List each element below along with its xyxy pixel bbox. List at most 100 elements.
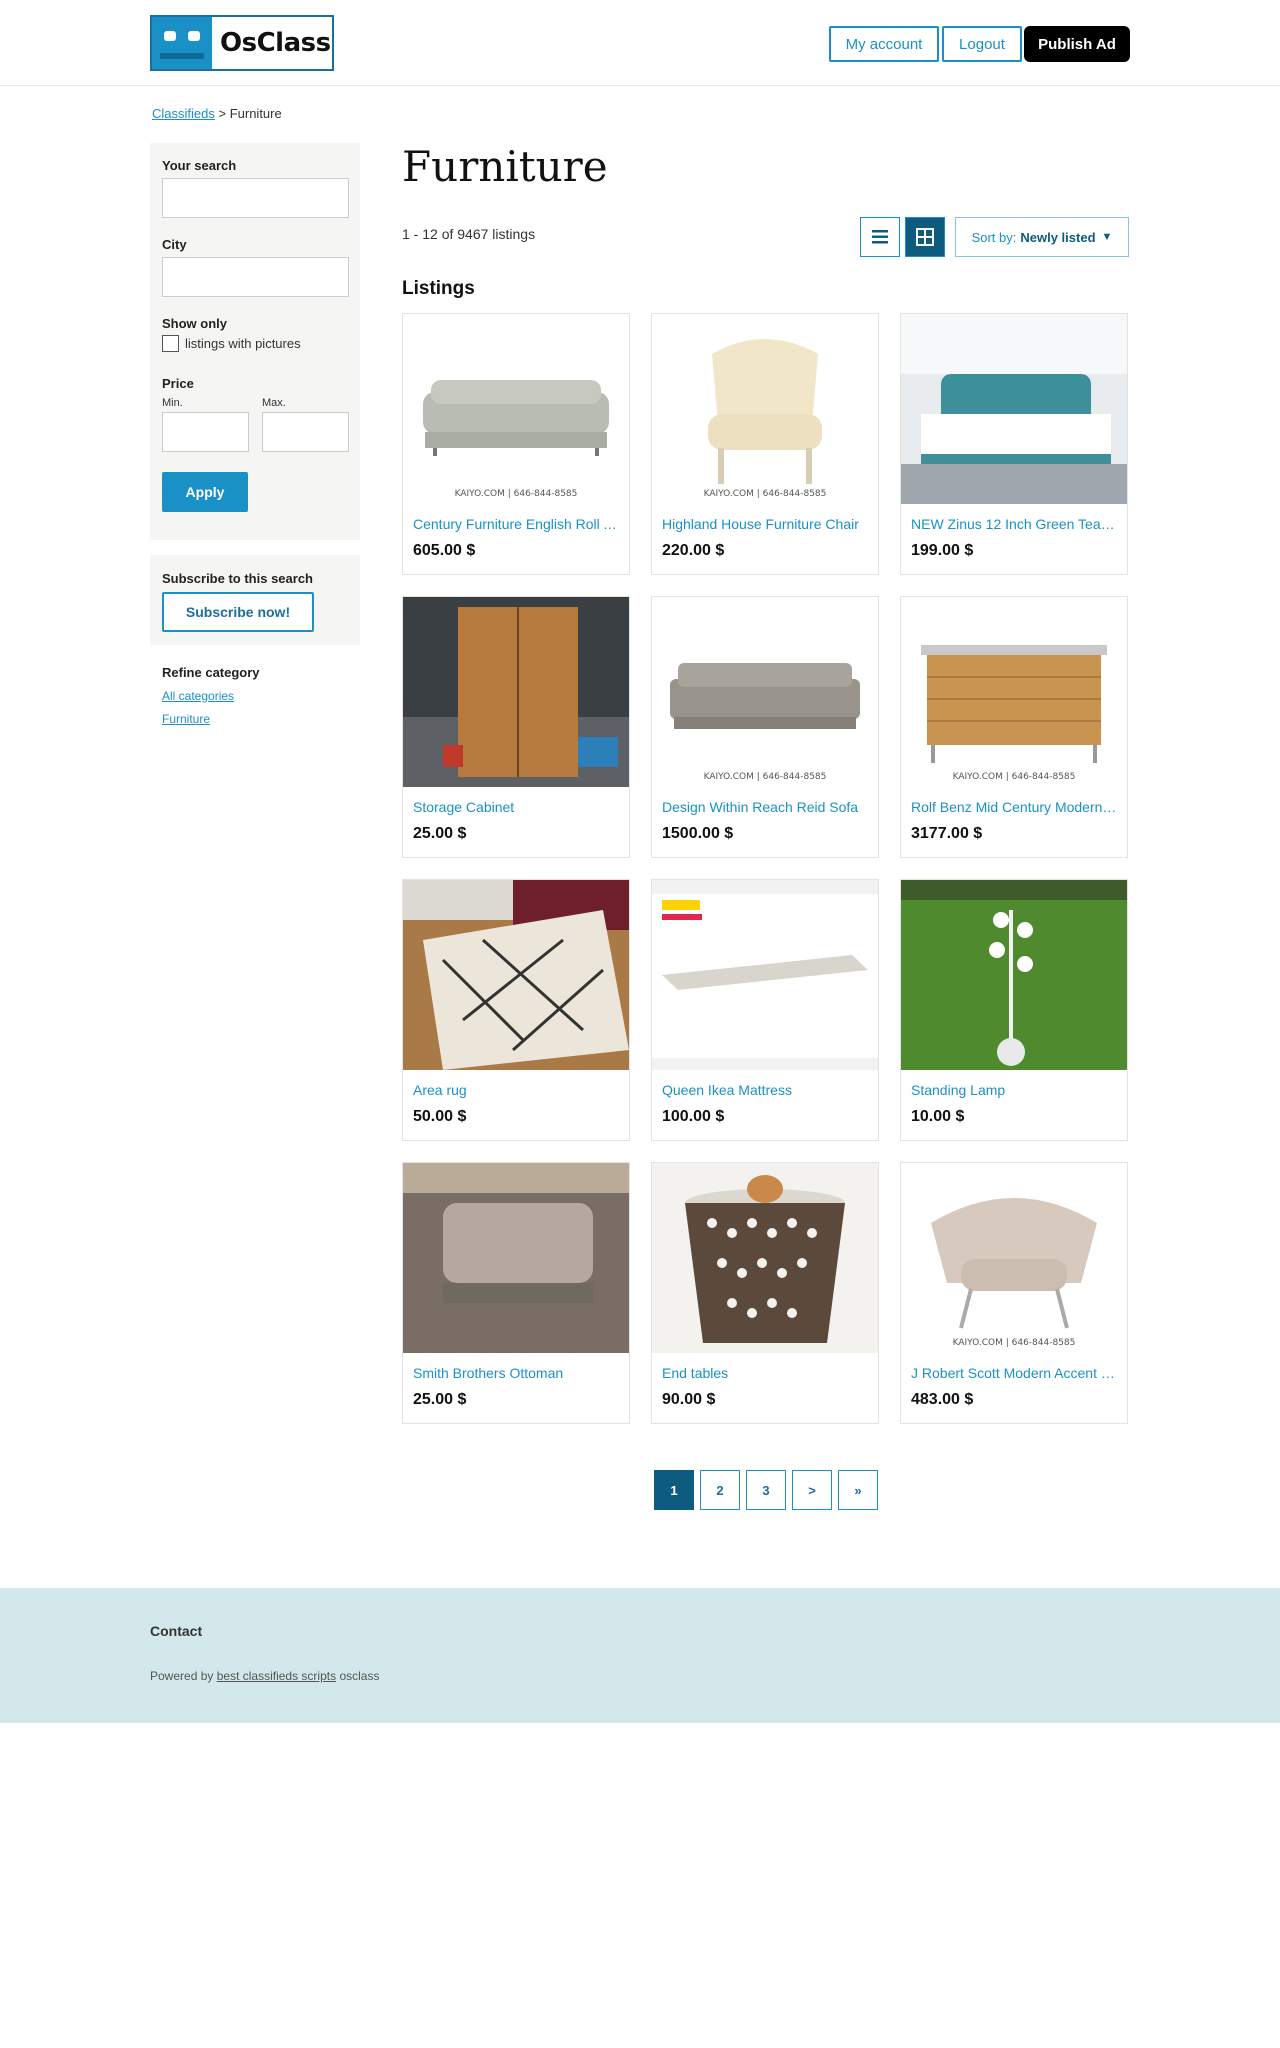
listing-image[interactable]: KAIYO.COM | 646-844-8585: [652, 314, 878, 504]
powered-prefix: Powered by: [150, 1669, 214, 1683]
listing-title-link[interactable]: Standing Lamp: [911, 1082, 1117, 1098]
breadcrumb-separator: >: [218, 106, 227, 121]
site-footer: [0, 1588, 1280, 1723]
chevron-down-icon: ▼: [1101, 231, 1113, 243]
price-max-input[interactable]: [262, 412, 349, 452]
pictures-checkbox[interactable]: [162, 335, 179, 352]
refine-category-label: Refine category: [162, 665, 260, 680]
kaiyo-caption: KAIYO.COM | 646-844-8585: [455, 489, 578, 499]
listing-price: 25.00 $: [413, 825, 467, 842]
listing-title-link[interactable]: Smith Brothers Ottoman: [413, 1365, 619, 1381]
footer-contact-link[interactable]: Contact: [150, 1623, 202, 1639]
footer-powered-by: Powered by best classifieds scripts oscl…: [150, 1669, 379, 1683]
listing-card[interactable]: NEW Zinus 12 Inch Green Tea Mattress 199.…: [900, 313, 1128, 575]
sort-dropdown[interactable]: Sort by: Newly listed ▼: [955, 217, 1129, 257]
site-header: OsClass My account Logout Publish Ad: [0, 0, 1280, 86]
pictures-filter[interactable]: listings with pictures: [162, 335, 301, 352]
listing-price: 1500.00 $: [662, 825, 734, 842]
next-page-button[interactable]: >: [792, 1470, 832, 1510]
listing-price: 3177.00 $: [911, 825, 983, 842]
subscribe-label: Subscribe to this search: [162, 571, 313, 586]
list-view-button[interactable]: [860, 217, 900, 257]
listing-price: 10.00 $: [911, 1108, 965, 1125]
listing-image[interactable]: KAIYO.COM | 646-844-8585: [652, 597, 878, 787]
listing-image[interactable]: KAIYO.COM | 646-844-8585: [901, 597, 1127, 787]
listing-card[interactable]: KAIYO.COM | 646-844-8585 Design Within Re…: [651, 596, 879, 858]
listing-price: 25.00 $: [413, 1391, 467, 1408]
listing-price: 90.00 $: [662, 1391, 716, 1408]
kaiyo-caption: KAIYO.COM | 646-844-8585: [953, 1338, 1076, 1348]
listing-image[interactable]: [652, 1163, 878, 1353]
listing-price: 220.00 $: [662, 542, 725, 559]
listing-title-link[interactable]: Storage Cabinet: [413, 799, 619, 815]
breadcrumb-home-link[interactable]: Classifieds: [152, 106, 215, 121]
pictures-checkbox-label: listings with pictures: [185, 336, 301, 351]
your-search-label: Your search: [162, 158, 237, 173]
listing-image[interactable]: [403, 1163, 629, 1353]
page-1-button[interactable]: 1: [654, 1470, 694, 1510]
breadcrumb-current: Furniture: [229, 106, 282, 121]
breadcrumb: Classifieds > Furniture: [152, 106, 282, 121]
listing-card[interactable]: Queen Ikea Mattress 100.00 $: [651, 879, 879, 1141]
your-search-input[interactable]: [162, 178, 349, 218]
listing-price: 483.00 $: [911, 1391, 974, 1408]
listing-image[interactable]: [901, 880, 1127, 1070]
price-label: Price: [162, 376, 194, 391]
logout-button[interactable]: Logout: [942, 26, 1022, 62]
listing-title-link[interactable]: NEW Zinus 12 Inch Green Tea Mattress: [911, 516, 1117, 532]
kaiyo-caption: KAIYO.COM | 646-844-8585: [704, 489, 827, 499]
grid-view-button[interactable]: [905, 217, 945, 257]
listing-title-link[interactable]: End tables: [662, 1365, 868, 1381]
city-input[interactable]: [162, 257, 349, 297]
listing-title-link[interactable]: Rolf Benz Mid Century Modern Dresser: [911, 799, 1117, 815]
listing-image[interactable]: [403, 880, 629, 1070]
listing-image[interactable]: KAIYO.COM | 646-844-8585: [403, 314, 629, 504]
kaiyo-caption: KAIYO.COM | 646-844-8585: [704, 772, 827, 782]
listing-price: 50.00 $: [413, 1108, 467, 1125]
last-page-button[interactable]: »: [838, 1470, 878, 1510]
listing-count: 1 - 12 of 9467 listings: [402, 226, 536, 242]
listing-title-link[interactable]: Design Within Reach Reid Sofa: [662, 799, 868, 815]
city-label: City: [162, 237, 187, 252]
page-2-button[interactable]: 2: [700, 1470, 740, 1510]
listing-card[interactable]: Standing Lamp 10.00 $: [900, 879, 1128, 1141]
listing-title-link[interactable]: Highland House Furniture Chair: [662, 516, 868, 532]
listing-price: 199.00 $: [911, 542, 974, 559]
powered-link[interactable]: best classifieds scripts: [217, 1669, 336, 1683]
listing-title-link[interactable]: J Robert Scott Modern Accent Chair: [911, 1365, 1117, 1381]
listing-card[interactable]: KAIYO.COM | 646-844-8585 Rolf Benz Mid Ce…: [900, 596, 1128, 858]
list-view-icon: [872, 230, 888, 244]
site-logo[interactable]: OsClass: [150, 15, 334, 71]
listing-image[interactable]: [901, 314, 1127, 504]
price-max-label: Max.: [262, 397, 286, 409]
price-min-input[interactable]: [162, 412, 249, 452]
price-min-label: Min.: [162, 397, 183, 409]
my-account-button[interactable]: My account: [829, 26, 939, 62]
listing-card[interactable]: KAIYO.COM | 646-844-8585 J Robert Scott M…: [900, 1162, 1128, 1424]
listing-card[interactable]: Storage Cabinet 25.00 $: [402, 596, 630, 858]
page-title: Furniture: [402, 142, 608, 191]
listing-title-link[interactable]: Century Furniture English Roll Arm Sofa: [413, 516, 619, 532]
listing-image[interactable]: [652, 880, 878, 1070]
listing-card[interactable]: KAIYO.COM | 646-844-8585 Century Furnitur…: [402, 313, 630, 575]
listing-image[interactable]: KAIYO.COM | 646-844-8585: [901, 1163, 1127, 1353]
listing-image[interactable]: [403, 597, 629, 787]
subscribe-button[interactable]: Subscribe now!: [162, 592, 314, 632]
page-3-button[interactable]: 3: [746, 1470, 786, 1510]
listing-title-link[interactable]: Queen Ikea Mattress: [662, 1082, 868, 1098]
sort-value: Newly listed: [1020, 229, 1096, 245]
logo-text: OsClass: [220, 28, 331, 58]
listing-card[interactable]: Area rug 50.00 $: [402, 879, 630, 1141]
publish-ad-button[interactable]: Publish Ad: [1024, 26, 1130, 62]
listing-card[interactable]: KAIYO.COM | 646-844-8585 Highland House F…: [651, 313, 879, 575]
logo-mark-icon: [152, 17, 212, 69]
listing-card[interactable]: End tables 90.00 $: [651, 1162, 879, 1424]
refine-all-categories-link[interactable]: All categories: [162, 689, 234, 703]
apply-button[interactable]: Apply: [162, 472, 248, 512]
listing-card[interactable]: Smith Brothers Ottoman 25.00 $: [402, 1162, 630, 1424]
refine-furniture-link[interactable]: Furniture: [162, 712, 210, 726]
sort-label: Sort by:: [971, 229, 1017, 245]
listings-heading: Listings: [402, 278, 475, 299]
listing-title-link[interactable]: Area rug: [413, 1082, 619, 1098]
listing-price: 605.00 $: [413, 542, 476, 559]
